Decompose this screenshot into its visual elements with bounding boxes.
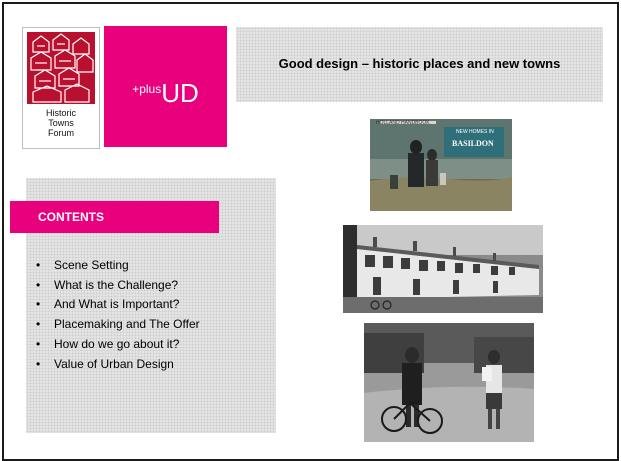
list-item: • Value of Urban Design: [36, 355, 200, 375]
htf-logo-text: Historic Towns Forum: [23, 108, 99, 138]
booklet-title: NEW HOMES IN: [456, 129, 494, 135]
bullet: •: [36, 336, 41, 351]
plusud-logo: +plusUD: [104, 26, 227, 147]
htf-line-2: Towns: [48, 118, 74, 128]
list-item: • And What is Important?: [36, 295, 200, 315]
people-with-bicycle-photo: [364, 323, 534, 442]
list-item-text: Scene Setting: [54, 258, 129, 272]
list-item-text: How do we go about it?: [54, 336, 180, 351]
booklet-place: BASILDON: [452, 139, 494, 148]
bicycle-image: [364, 323, 534, 442]
booklet-series: HOLLAND HANDBOOK: [376, 120, 430, 126]
bullet: •: [36, 277, 41, 292]
bullet: •: [36, 258, 41, 272]
houses-image: [343, 225, 543, 313]
historic-towns-forum-logo: Historic Towns Forum: [22, 27, 100, 149]
bullet: •: [36, 317, 41, 332]
list-item: • Scene Setting: [36, 256, 200, 276]
historic-towns-artwork: [27, 32, 95, 104]
contents-heading: CONTENTS: [38, 210, 104, 224]
list-item: • What is the Challenge?: [36, 276, 200, 296]
htf-line-1: Historic: [45, 108, 76, 118]
terraced-houses-photo: [343, 225, 543, 313]
basildon-booklet-photo: NEW HOMES IN BASILDON HOLLAND HANDBOOK: [370, 119, 512, 211]
slide-title: Good design – historic places and new to…: [278, 56, 561, 71]
list-item-text: Value of Urban Design: [54, 356, 174, 371]
list-item-text: And What is Important?: [54, 297, 180, 312]
plusud-prefix: +plus: [132, 82, 162, 96]
title-box: Good design – historic places and new to…: [236, 27, 603, 102]
bullet: •: [36, 297, 41, 312]
list-item: • How do we go about it?: [36, 335, 200, 355]
htf-line-3: Forum: [47, 128, 74, 138]
list-item-text: Placemaking and The Offer: [54, 317, 200, 332]
list-item-text: What is the Challenge?: [54, 277, 179, 292]
bullet: •: [36, 356, 41, 371]
list-item: • Placemaking and The Offer: [36, 315, 200, 335]
contents-heading-bar: CONTENTS: [10, 201, 219, 233]
contents-list: • Scene Setting • What is the Challenge? •…: [36, 256, 200, 374]
plusud-main: UD: [161, 78, 199, 108]
plusud-logo-text: +plusUD: [104, 76, 227, 111]
